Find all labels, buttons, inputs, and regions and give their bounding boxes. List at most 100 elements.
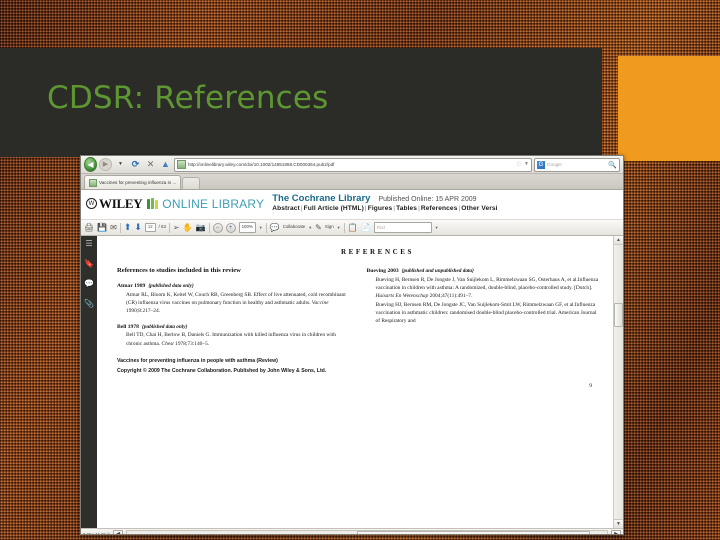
- page-footer: Vaccines for preventing influenza in peo…: [117, 357, 351, 377]
- link-abstract[interactable]: Abstract: [272, 205, 300, 212]
- new-tab-button[interactable]: [182, 177, 201, 189]
- references-left-column: References to studies included in this r…: [117, 267, 351, 377]
- reference-key: Atmar 1989: [117, 283, 146, 289]
- chevron-down-icon[interactable]: ▼: [435, 225, 439, 230]
- pdf-status-bar: 8.26 x 11.69 in ◀ ▶: [81, 528, 623, 535]
- tab-vaccines-influenza[interactable]: Vaccines for preventing influenza in ...: [84, 175, 182, 189]
- stop-button[interactable]: ✕: [144, 158, 157, 171]
- accent-block: [618, 56, 720, 161]
- references-columns: References to studies included in this r…: [117, 267, 600, 377]
- pdf-horizontal-scrollbar[interactable]: [126, 529, 608, 534]
- comment-icon[interactable]: 💬: [84, 280, 94, 288]
- zoom-level-value: 100%: [241, 224, 253, 230]
- snapshot-icon[interactable]: 📷: [196, 223, 206, 232]
- article-section-links: Abstract|Full Article (HTML)|Figures|Tab…: [272, 205, 498, 213]
- link-other-versions[interactable]: Other Versi: [461, 205, 497, 212]
- find-input[interactable]: Find: [373, 222, 432, 233]
- reference-volume: 1990;8:217–24.: [126, 308, 160, 315]
- site-favicon-icon: [177, 160, 186, 169]
- reference-volume: 1978;73:140–5.: [173, 340, 210, 347]
- scrollbar-thumb[interactable]: [357, 530, 590, 534]
- previous-page-icon[interactable]: ⬆: [124, 223, 132, 232]
- reference-citation: Bell TD, Chai H, Berlow B, Daniels G. Im…: [126, 332, 336, 347]
- email-icon[interactable]: ✉: [110, 223, 117, 232]
- link-references[interactable]: References: [421, 205, 458, 212]
- link-figures[interactable]: Figures: [368, 205, 393, 212]
- books-icon: [147, 198, 159, 209]
- select-tool-icon[interactable]: ➢: [173, 223, 180, 232]
- wiley-logo[interactable]: W WILEY ONLINE LIBRARY: [86, 194, 264, 210]
- sign-pen-icon[interactable]: ✎: [315, 223, 322, 232]
- page-number-field[interactable]: 12: [144, 223, 156, 232]
- reference-citation: Bueving H, Bernsen R, De Jongste J, Van …: [375, 276, 599, 291]
- print-icon[interactable]: 🖨: [84, 223, 94, 232]
- page-favicon-icon: [89, 178, 97, 187]
- forward-button[interactable]: ▶: [99, 158, 112, 171]
- reference-qualifier: {published data only}: [141, 323, 188, 330]
- pdf-page-number: 9: [589, 383, 592, 389]
- reference-journal: Huisarts En Wetenschap: [375, 293, 429, 300]
- reference-journal: Chest: [161, 340, 174, 347]
- hand-tool-icon[interactable]: ✋: [183, 223, 193, 232]
- back-button[interactable]: ◀: [84, 157, 97, 172]
- home-icon: ▲: [161, 159, 170, 169]
- star-icon[interactable]: ☆: [516, 161, 522, 168]
- chevron-down-icon[interactable]: ▼: [259, 225, 263, 230]
- chevron-down-icon[interactable]: ▼: [524, 162, 529, 167]
- address-bar-url: http://onlinelibrary.wiley.com/doi/10.10…: [188, 162, 335, 167]
- reference-qualifier: {published and unpublished data}: [401, 268, 474, 274]
- wiley-brand-text: WILEY: [99, 196, 143, 211]
- scroll-up-icon[interactable]: ▲: [614, 236, 623, 245]
- scroll-right-icon[interactable]: ▶: [611, 529, 621, 534]
- pdf-page: REFERENCES References to studies include…: [97, 236, 614, 528]
- tab-label: Vaccines for preventing influenza in ...: [99, 180, 177, 185]
- home-button[interactable]: ▲: [159, 158, 172, 171]
- reference-journal: Vaccine: [311, 299, 329, 306]
- journal-info: The Cochrane Library Published Online: 1…: [272, 193, 619, 213]
- chevron-down-icon[interactable]: ▼: [308, 225, 312, 230]
- address-bar[interactable]: http://onlinelibrary.wiley.com/doi/10.10…: [174, 157, 532, 172]
- pdf-navigation-pane: ☰ 🔖 💬 📎: [81, 236, 97, 528]
- save-icon[interactable]: 💾: [97, 223, 107, 232]
- close-icon: ✕: [146, 159, 155, 169]
- zoom-out-icon[interactable]: −: [212, 222, 223, 233]
- scrollbar-thumb[interactable]: [614, 303, 623, 327]
- paperclip-icon[interactable]: 📎: [84, 300, 94, 308]
- next-page-icon[interactable]: ⬇: [134, 223, 142, 232]
- form-icon[interactable]: 📋: [348, 223, 358, 232]
- reference-entry: Bueving 2003 {published and unpublished d…: [367, 267, 601, 326]
- search-placeholder-text: Google: [547, 162, 562, 167]
- reference-volume: 2004;47(11):491–7.: [428, 293, 473, 300]
- slide-canvas: CDSR: References ◀ ▶ ▼ ⟳ ✕ ▲ http://onli…: [0, 0, 720, 540]
- history-dropdown[interactable]: ▼: [114, 158, 127, 171]
- bookmark-icon[interactable]: 🔖: [84, 260, 94, 268]
- scroll-left-icon[interactable]: ◀: [113, 529, 124, 534]
- magnifier-icon[interactable]: 🔍: [608, 161, 617, 169]
- google-icon: G: [537, 160, 545, 169]
- wiley-header: W WILEY ONLINE LIBRARY The Cochrane Libr…: [81, 190, 623, 220]
- collaborate-icon[interactable]: 💬: [270, 223, 280, 232]
- browser-navigation-bar: ◀ ▶ ▼ ⟳ ✕ ▲ http://onlinelibrary.wiley.c…: [81, 156, 623, 174]
- collaborate-label[interactable]: Collaborate: [283, 224, 305, 229]
- search-input[interactable]: G Google 🔍: [534, 157, 620, 172]
- link-full-article[interactable]: Full Article (HTML): [304, 205, 364, 212]
- references-heading: REFERENCES: [340, 248, 415, 256]
- sign-label[interactable]: Sign: [325, 224, 334, 229]
- scroll-down-icon[interactable]: ▼: [614, 519, 623, 528]
- wiley-mark-icon: W: [86, 198, 97, 209]
- reload-button[interactable]: ⟳: [129, 158, 142, 171]
- chevron-down-icon[interactable]: ▼: [337, 225, 341, 230]
- pdf-toolbar: 🖨 💾 ✉ ⬆ ⬇ 12 / 53 ➢ ✋ 📷 − + 100% ▼ 💬 Col…: [81, 220, 623, 236]
- page-dimensions-label: 8.26 x 11.69 in: [83, 532, 111, 535]
- extend-icon[interactable]: 📄: [361, 223, 371, 232]
- pages-thumbnail-icon[interactable]: ☰: [85, 240, 92, 248]
- zoom-in-icon[interactable]: +: [225, 222, 236, 233]
- published-date: Published Online: 15 APR 2009: [378, 196, 477, 203]
- pdf-vertical-scrollbar[interactable]: ▲ ▼: [613, 236, 623, 528]
- zoom-level-field[interactable]: 100%: [238, 222, 256, 233]
- left-column-title: References to studies included in this r…: [117, 267, 241, 274]
- back-arrow-icon: ◀: [84, 157, 97, 172]
- references-right-column: Bueving 2003 {published and unpublished d…: [367, 267, 601, 377]
- link-tables[interactable]: Tables: [396, 205, 417, 212]
- chevron-down-icon: ▼: [118, 161, 123, 167]
